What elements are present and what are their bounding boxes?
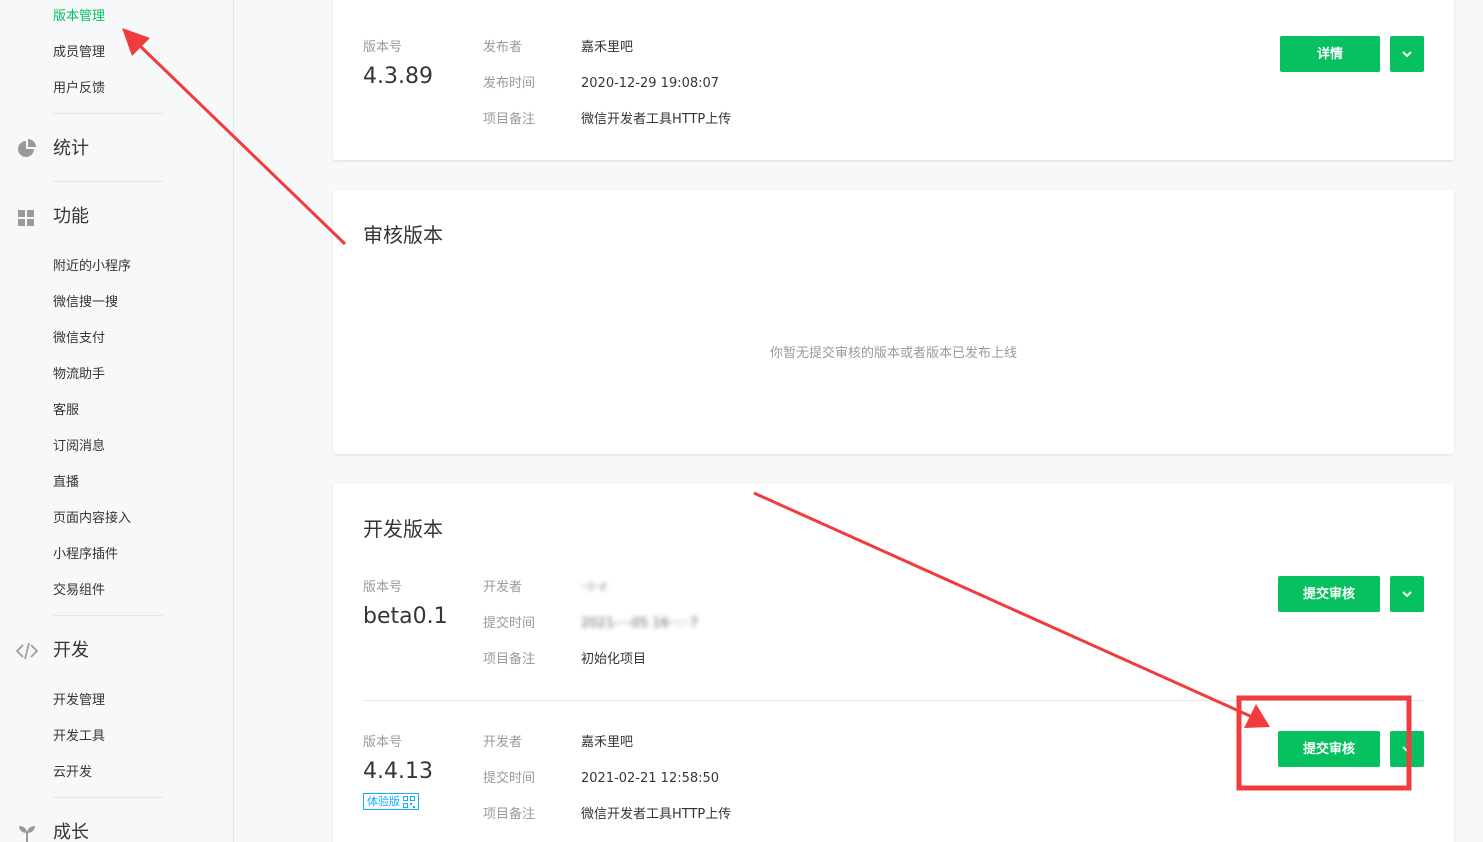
code-icon bbox=[15, 640, 39, 662]
sidebar-divider bbox=[53, 181, 163, 182]
sidebar-item-dev-management[interactable]: 开发管理 bbox=[53, 692, 105, 710]
card-title: 审核版本 bbox=[363, 223, 443, 247]
meta-value: 嘉禾里吧 bbox=[581, 735, 634, 750]
sidebar-item-pay[interactable]: 微信支付 bbox=[53, 330, 105, 348]
meta-value: 微信开发者工具HTTP上传 bbox=[581, 112, 732, 127]
card-title: 开发版本 bbox=[363, 517, 443, 541]
trial-version-badge[interactable]: 体验版 bbox=[363, 793, 419, 810]
sprout-icon bbox=[16, 822, 38, 842]
sidebar-item-version-management[interactable]: 版本管理 bbox=[53, 8, 105, 26]
more-dropdown-button[interactable] bbox=[1390, 36, 1424, 72]
badge-label: 体验版 bbox=[367, 795, 400, 808]
dev-version-card: 开发版本 版本号 beta0.1 开发者 ··i··r 提交时间 2021-··… bbox=[333, 484, 1454, 842]
meta-key: 项目备注 bbox=[483, 807, 536, 822]
qrcode-icon bbox=[403, 795, 415, 808]
sidebar-item-customer-service[interactable]: 客服 bbox=[53, 402, 79, 420]
version-number: 4.4.13 bbox=[363, 759, 433, 784]
meta-key: 开发者 bbox=[483, 580, 523, 595]
version-number: beta0.1 bbox=[363, 604, 448, 629]
sidebar-divider bbox=[53, 113, 163, 114]
sidebar-item-cloud-dev[interactable]: 云开发 bbox=[53, 764, 92, 782]
meta-value-redacted: ··i··r bbox=[581, 580, 607, 595]
sidebar-group-label: 开发 bbox=[53, 640, 89, 661]
grid-icon bbox=[16, 206, 38, 228]
sidebar-divider bbox=[53, 615, 163, 616]
pie-chart-icon bbox=[16, 138, 38, 160]
meta-key: 开发者 bbox=[483, 735, 523, 750]
chevron-down-icon bbox=[1402, 746, 1412, 753]
meta-key: 提交时间 bbox=[483, 771, 536, 786]
sidebar: 版本管理 成员管理 用户反馈 统计 功能 附近的小程序 微信搜一搜 微信支付 物… bbox=[0, 0, 234, 842]
details-button[interactable]: 详情 bbox=[1280, 36, 1380, 72]
sidebar-group-growth[interactable]: 成长 bbox=[0, 818, 234, 842]
more-dropdown-button[interactable] bbox=[1390, 576, 1424, 612]
sidebar-item-live[interactable]: 直播 bbox=[53, 474, 79, 492]
meta-value: 2020-12-29 19:08:07 bbox=[581, 76, 720, 91]
sidebar-item-page-content[interactable]: 页面内容接入 bbox=[53, 510, 131, 528]
review-version-card: 审核版本 你暂无提交审核的版本或者版本已发布上线 bbox=[333, 190, 1454, 454]
meta-key: 发布时间 bbox=[483, 76, 536, 91]
sidebar-group-label: 成长 bbox=[53, 822, 89, 842]
sidebar-item-plugin[interactable]: 小程序插件 bbox=[53, 546, 118, 564]
meta-key: 发布者 bbox=[483, 40, 523, 55]
sidebar-item-user-feedback[interactable]: 用户反馈 bbox=[53, 80, 105, 98]
meta-value: 嘉禾里吧 bbox=[581, 40, 634, 55]
sidebar-group-label: 功能 bbox=[53, 206, 89, 227]
sidebar-item-member-management[interactable]: 成员管理 bbox=[53, 44, 105, 62]
sidebar-group-stats[interactable]: 统计 bbox=[0, 134, 234, 164]
meta-key: 提交时间 bbox=[483, 616, 536, 631]
version-label: 版本号 bbox=[363, 40, 403, 55]
version-number: 4.3.89 bbox=[363, 64, 433, 89]
version-label: 版本号 bbox=[363, 735, 403, 750]
submit-review-button[interactable]: 提交审核 bbox=[1278, 576, 1380, 612]
meta-value: 微信开发者工具HTTP上传 bbox=[581, 807, 732, 822]
more-dropdown-button[interactable] bbox=[1390, 731, 1424, 767]
sidebar-item-dev-tools[interactable]: 开发工具 bbox=[53, 728, 105, 746]
chevron-down-icon bbox=[1402, 591, 1412, 598]
submit-review-button[interactable]: 提交审核 bbox=[1278, 731, 1380, 767]
version-label: 版本号 bbox=[363, 580, 403, 595]
row-divider bbox=[363, 700, 1424, 701]
meta-value: 2021-02-21 12:58:50 bbox=[581, 771, 720, 786]
sidebar-item-search[interactable]: 微信搜一搜 bbox=[53, 294, 118, 312]
sidebar-group-dev[interactable]: 开发 bbox=[0, 636, 234, 666]
chevron-down-icon bbox=[1402, 51, 1412, 58]
empty-message: 你暂无提交审核的版本或者版本已发布上线 bbox=[769, 346, 1017, 361]
sidebar-item-nearby[interactable]: 附近的小程序 bbox=[53, 258, 131, 276]
online-version-card: 版本号 4.3.89 发布者 嘉禾里吧 发布时间 2020-12-29 19:0… bbox=[333, 0, 1454, 160]
meta-value-redacted: 2021-··-05 16··:··7 bbox=[581, 616, 699, 631]
sidebar-item-trade-component[interactable]: 交易组件 bbox=[53, 582, 105, 600]
meta-key: 项目备注 bbox=[483, 112, 536, 127]
sidebar-divider bbox=[53, 797, 163, 798]
sidebar-item-logistics[interactable]: 物流助手 bbox=[53, 366, 105, 384]
meta-value: 初始化项目 bbox=[581, 652, 647, 667]
sidebar-group-features[interactable]: 功能 bbox=[0, 202, 234, 232]
meta-key: 项目备注 bbox=[483, 652, 536, 667]
sidebar-group-label: 统计 bbox=[53, 138, 89, 159]
sidebar-item-subscribe-message[interactable]: 订阅消息 bbox=[53, 438, 105, 456]
